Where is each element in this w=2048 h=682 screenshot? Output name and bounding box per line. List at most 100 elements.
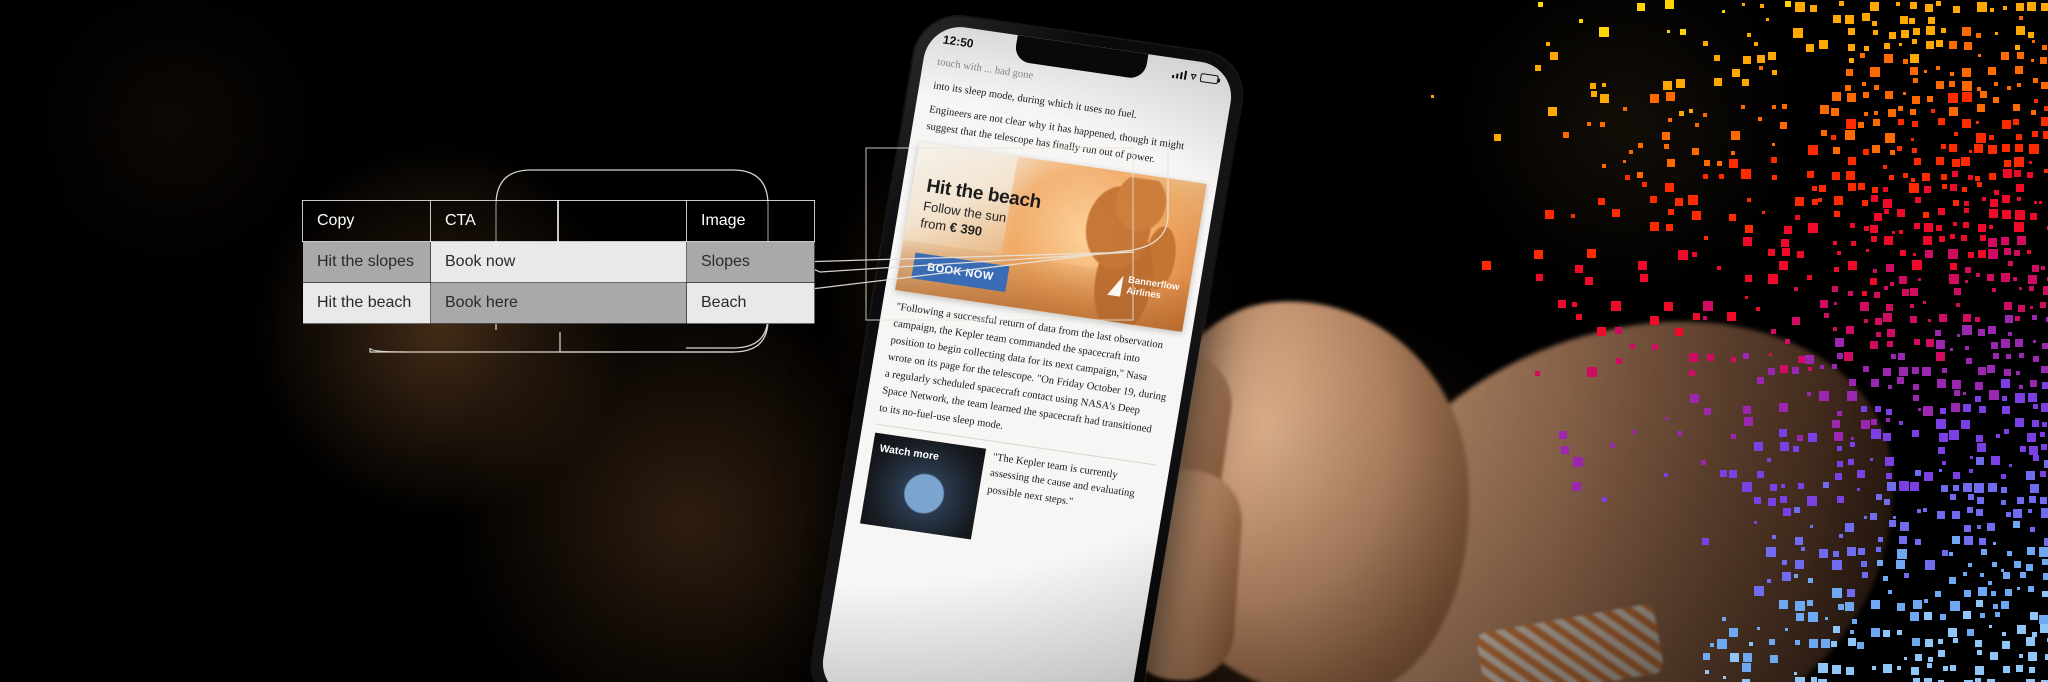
mosaic-pixel — [1975, 666, 1985, 676]
mosaic-pixel — [2029, 305, 2033, 309]
mosaic-pixel — [1847, 28, 1855, 36]
mosaic-pixel — [1975, 508, 1983, 516]
mosaic-pixel — [1806, 274, 1812, 280]
mosaic-pixel — [1912, 678, 1920, 682]
mosaic-pixel — [1844, 130, 1855, 141]
mosaic-pixel — [1649, 315, 1659, 325]
mosaic-pixel — [1987, 273, 1995, 281]
mosaic-pixel — [1871, 627, 1881, 637]
mosaic-pixel — [1779, 599, 1789, 609]
mosaic-pixel — [1771, 534, 1776, 539]
mosaic-pixel — [1731, 69, 1740, 78]
mosaic-pixel — [1744, 295, 1748, 299]
mosaic-pixel — [1899, 367, 1909, 377]
mosaic-pixel — [1926, 338, 1935, 347]
mosaic-pixel — [1833, 550, 1840, 557]
mosaic-pixel — [1871, 599, 1881, 609]
cell-image[interactable]: Slopes — [686, 241, 815, 283]
mosaic-pixel — [2003, 665, 2011, 673]
mosaic-pixel — [1979, 235, 1986, 242]
mosaic-pixel — [1977, 367, 1986, 376]
mosaic-pixel — [1874, 317, 1882, 325]
mosaic-pixel — [1927, 96, 1934, 103]
mosaic-pixel — [1808, 577, 1814, 583]
mosaic-pixel — [1601, 164, 1606, 169]
mosaic-pixel — [1910, 53, 1920, 63]
mosaic-pixel — [1847, 157, 1856, 166]
mosaic-pixel — [1870, 225, 1879, 234]
mosaic-pixel — [2000, 338, 2010, 348]
mosaic-pixel — [1883, 43, 1890, 50]
mosaic-pixel — [1942, 665, 1948, 671]
mosaic-pixel — [1987, 522, 1996, 531]
mosaic-pixel — [1953, 484, 1960, 491]
mosaic-pixel — [1962, 572, 1967, 577]
mosaic-pixel — [1949, 494, 1956, 501]
mosaic-pixel — [1771, 143, 1775, 147]
mosaic-pixel — [2028, 495, 2036, 503]
mosaic-pixel — [1771, 175, 1777, 181]
mosaic-pixel — [1571, 301, 1577, 307]
mosaic-pixel — [1886, 264, 1895, 273]
mosaic-pixel — [2018, 353, 2024, 359]
mosaic-pixel — [1834, 266, 1840, 272]
mosaic-pixel — [1899, 420, 1904, 425]
mosaic-pixel — [2040, 302, 2047, 309]
mosaic-pixel — [2030, 213, 2038, 221]
mosaic-pixel — [1897, 353, 1905, 361]
mosaic-pixel — [1701, 460, 1707, 466]
mosaic-pixel — [1832, 146, 1840, 154]
mosaic-pixel — [1747, 197, 1752, 202]
cell-copy[interactable]: Hit the slopes — [302, 241, 431, 283]
mosaic-pixel — [1637, 260, 1647, 270]
mosaic-pixel — [1967, 507, 1974, 514]
mosaic-pixel — [1680, 28, 1687, 35]
mosaic-pixel — [1628, 149, 1633, 154]
mosaic-pixel — [1706, 354, 1714, 362]
mosaic-pixel — [1547, 106, 1557, 116]
mosaic-pixel — [2013, 119, 2020, 126]
mosaic-pixel — [2031, 265, 2039, 273]
mosaic-pixel — [1837, 604, 1844, 611]
cell-cta[interactable]: Book now — [430, 241, 687, 283]
mosaic-pixel — [1885, 408, 1892, 415]
mosaic-pixel — [1820, 639, 1830, 649]
mosaic-pixel — [1601, 82, 1606, 87]
mosaic-pixel — [1704, 407, 1712, 415]
mosaic-pixel — [1704, 235, 1709, 240]
mosaic-pixel — [2001, 52, 2010, 61]
cell-copy[interactable]: Hit the beach — [302, 282, 431, 324]
mosaic-pixel — [1948, 107, 1958, 117]
mosaic-pixel — [1888, 174, 1894, 180]
mosaic-pixel — [2040, 432, 2046, 438]
mosaic-pixel — [1757, 626, 1761, 630]
mosaic-pixel — [1664, 183, 1674, 193]
mosaic-pixel — [1857, 488, 1861, 492]
mosaic-pixel — [1991, 562, 1997, 568]
cell-cta[interactable]: Book here — [430, 282, 687, 324]
mosaic-pixel — [1585, 277, 1594, 286]
mosaic-pixel — [1892, 515, 1896, 519]
mosaic-pixel — [1536, 273, 1544, 281]
mosaic-pixel — [1887, 384, 1892, 389]
mosaic-pixel — [1766, 546, 1777, 557]
mosaic-pixel — [2009, 464, 2013, 468]
mosaic-pixel — [1904, 657, 1908, 661]
mosaic-pixel — [1586, 366, 1597, 377]
cell-image[interactable]: Beach — [686, 282, 815, 324]
mosaic-pixel — [1753, 42, 1758, 47]
mosaic-pixel — [1794, 507, 1801, 514]
mosaic-pixel — [2001, 473, 2007, 479]
mosaic-pixel — [1847, 261, 1857, 271]
mosaic-pixel — [1667, 30, 1671, 34]
mosaic-pixel — [2002, 396, 2008, 402]
mosaic-pixel — [1599, 121, 1605, 127]
mosaic-pixel — [1987, 145, 1997, 155]
mosaic-pixel — [1730, 433, 1736, 439]
mosaic-pixel — [1875, 331, 1881, 337]
mosaic-pixel — [1832, 364, 1838, 370]
mosaic-pixel — [1844, 351, 1854, 361]
mosaic-pixel — [1988, 326, 1997, 335]
mosaic-pixel — [1702, 538, 1710, 546]
mosaic-pixel — [1968, 174, 1974, 180]
